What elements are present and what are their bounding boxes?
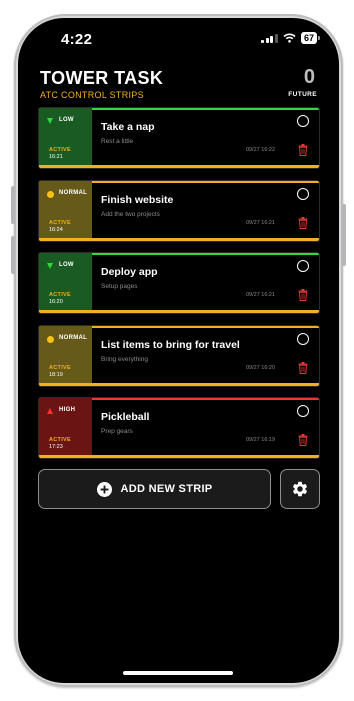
status-time-label: 17:23 xyxy=(49,444,63,450)
priority-block: LOW ACTIVE 16:21 xyxy=(39,108,92,168)
priority-label: NORMAL xyxy=(59,189,88,196)
strip-bottom-bar xyxy=(39,382,319,386)
dot-icon xyxy=(47,190,54,198)
task-date: 09/27 16:20 xyxy=(246,364,276,371)
app-screen: 4:22 67 TOWER TASK ATC CONTROL STRIPS 0 … xyxy=(18,18,339,683)
add-strip-button[interactable]: ADD NEW STRIP xyxy=(38,469,271,509)
dot-icon xyxy=(47,335,54,343)
strip-bottom-bar xyxy=(39,165,319,168)
triangle-down-icon xyxy=(47,263,54,270)
priority-label: LOW xyxy=(59,262,74,268)
trash-icon[interactable] xyxy=(298,361,308,374)
complete-checkbox[interactable] xyxy=(297,187,309,200)
task-strip[interactable]: NORMAL ACTIVE 18:19 List items to bring for… xyxy=(38,324,320,387)
app-subtitle: ATC CONTROL STRIPS xyxy=(40,90,144,100)
task-date: 09/27 16:21 xyxy=(246,219,276,226)
task-date: 09/27 16:22 xyxy=(246,147,276,153)
side-button xyxy=(342,204,346,266)
status-time-label: 16:24 xyxy=(49,226,63,233)
wifi-icon xyxy=(283,33,296,43)
battery-indicator: 67 xyxy=(300,32,321,44)
task-date: 09/27 16:19 xyxy=(246,437,276,443)
strip-bottom-bar xyxy=(39,310,319,313)
task-description: Rest a little xyxy=(101,138,134,145)
complete-checkbox[interactable] xyxy=(297,115,309,127)
strip-bottom-bar xyxy=(39,237,319,241)
task-description: Bring everything xyxy=(101,355,148,363)
triangle-down-icon xyxy=(47,118,54,125)
priority-block: LOW ACTIVE 16:20 xyxy=(39,253,92,313)
task-strip[interactable]: NORMAL ACTIVE 16:24 Finish website Add the t… xyxy=(38,179,320,242)
status-icons: 67 xyxy=(261,32,321,44)
task-date: 09/27 16:21 xyxy=(246,292,276,298)
priority-block: HIGH ACTIVE 17:23 xyxy=(39,398,92,458)
plus-circle-icon xyxy=(96,481,112,497)
app-title: TOWER TASK xyxy=(40,68,164,88)
trash-icon[interactable] xyxy=(298,216,308,229)
future-count: 0 xyxy=(303,66,315,88)
task-strip[interactable]: LOW ACTIVE 16:20 Deploy app Setup pages 09/27… xyxy=(38,252,320,314)
task-title: Finish website xyxy=(101,193,174,206)
priority-label: HIGH xyxy=(59,407,76,413)
gear-icon xyxy=(292,481,308,497)
status-time-label: 16:20 xyxy=(49,299,63,305)
complete-checkbox[interactable] xyxy=(297,405,309,417)
trash-icon[interactable] xyxy=(298,434,308,446)
status-time-label: 18:19 xyxy=(49,371,63,378)
priority-label: LOW xyxy=(59,117,74,123)
task-description: Add the two projects xyxy=(101,210,160,218)
app-header: TOWER TASK ATC CONTROL STRIPS 0 FUTURE xyxy=(40,66,317,112)
status-label: ACTIVE xyxy=(49,147,71,153)
status-label: ACTIVE xyxy=(49,292,71,298)
signal-icon xyxy=(261,33,278,43)
side-button xyxy=(11,236,15,274)
priority-block: NORMAL ACTIVE 16:24 xyxy=(39,180,92,241)
complete-checkbox[interactable] xyxy=(297,332,309,345)
task-title: List items to bring for travel xyxy=(101,338,240,351)
status-time: 4:22 xyxy=(61,31,93,48)
task-strip[interactable]: LOW ACTIVE 16:21 Take a nap Rest a little 09/… xyxy=(38,107,320,169)
status-label: ACTIVE xyxy=(49,437,71,443)
task-title: Pickleball xyxy=(101,411,150,423)
triangle-up-icon xyxy=(47,408,54,415)
future-label: FUTURE xyxy=(288,91,317,98)
task-description: Setup pages xyxy=(101,283,138,290)
task-strip[interactable]: HIGH ACTIVE 17:23 Pickleball Prep gears 09/27… xyxy=(38,397,320,459)
priority-label: NORMAL xyxy=(59,334,88,341)
complete-checkbox[interactable] xyxy=(297,260,309,272)
status-bar: 4:22 67 xyxy=(18,18,339,60)
home-indicator[interactable] xyxy=(123,671,233,675)
task-description: Prep gears xyxy=(101,428,133,435)
trash-icon[interactable] xyxy=(298,144,308,156)
strip-bottom-bar xyxy=(39,455,319,458)
settings-button[interactable] xyxy=(280,469,320,509)
task-title: Deploy app xyxy=(101,266,158,278)
priority-block: NORMAL ACTIVE 18:19 xyxy=(39,325,92,386)
status-label: ACTIVE xyxy=(49,364,71,371)
task-title: Take a nap xyxy=(101,121,155,133)
status-label: ACTIVE xyxy=(49,219,71,226)
side-button xyxy=(11,186,15,224)
add-strip-label: ADD NEW STRIP xyxy=(120,483,213,495)
trash-icon[interactable] xyxy=(298,289,308,301)
status-time-label: 16:21 xyxy=(49,154,63,160)
